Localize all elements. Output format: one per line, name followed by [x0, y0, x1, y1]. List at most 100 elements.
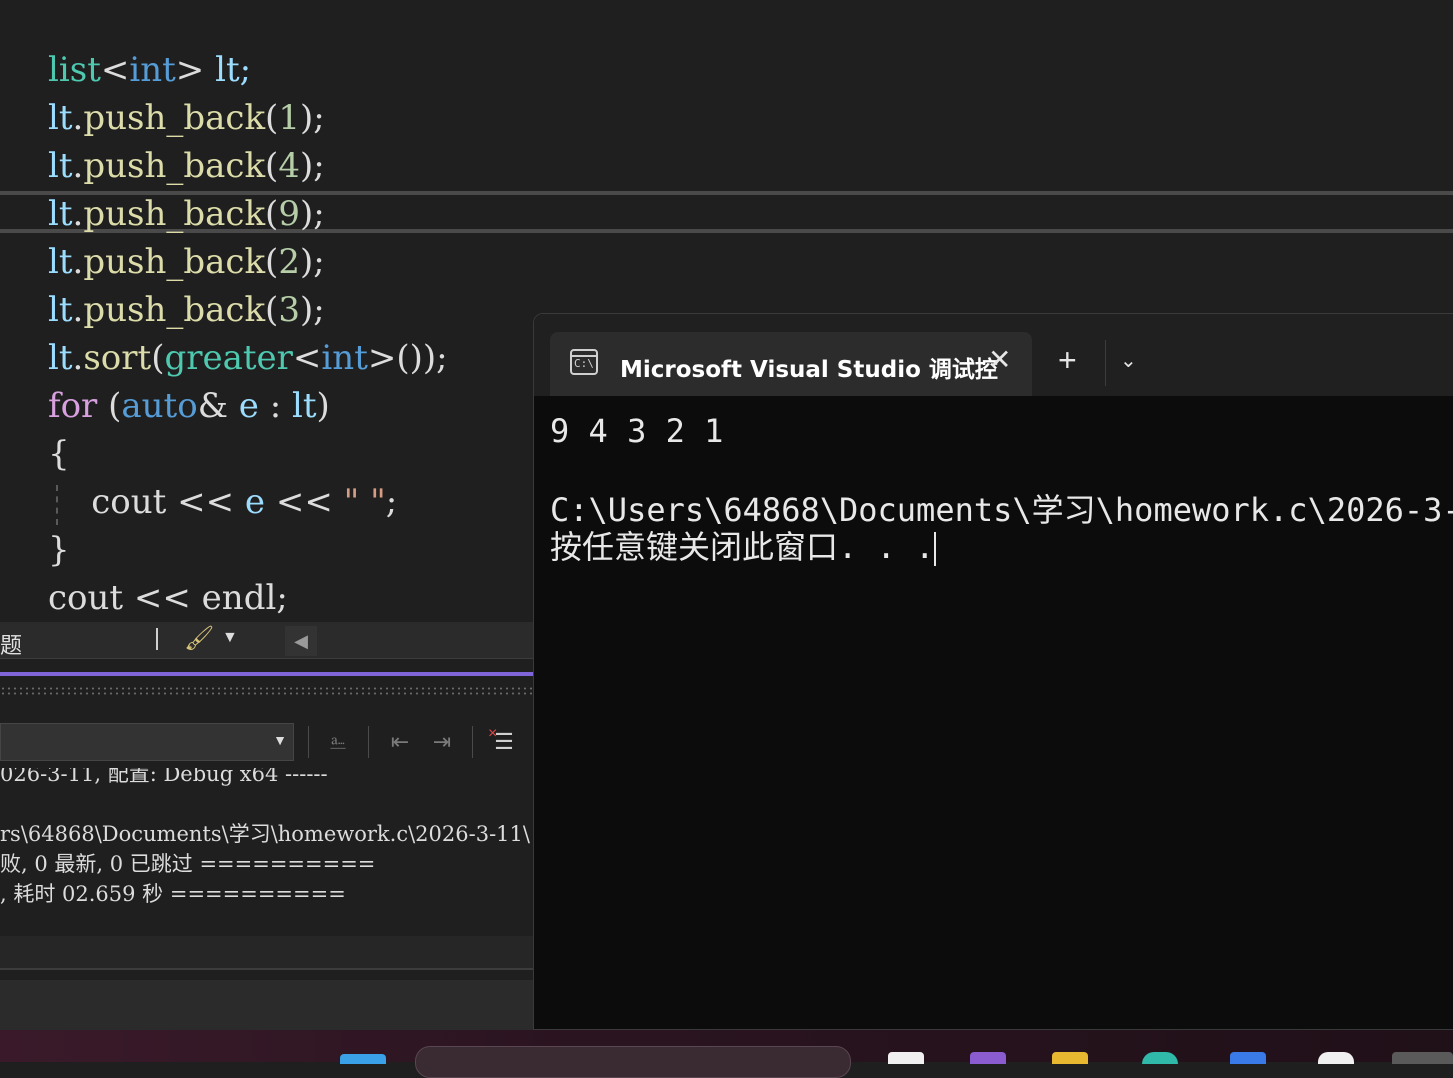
code-token: ); — [299, 194, 325, 234]
chevron-down-icon: ▼ — [273, 732, 287, 748]
indent-guide — [56, 485, 58, 525]
code-line[interactable]: lt.sort(greater<int>()); — [48, 334, 448, 382]
taskbar-app-icon[interactable] — [1318, 1052, 1354, 1064]
text-cursor — [934, 532, 937, 566]
new-tab-button[interactable]: + — [1058, 342, 1077, 379]
code-token: : — [258, 386, 292, 426]
code-line[interactable]: cout << endl; — [48, 574, 288, 622]
terminal-output-line: 9 4 3 2 1 — [550, 412, 724, 450]
code-token: lt — [48, 290, 73, 330]
code-token: sort — [83, 338, 152, 378]
console-icon-label: C:\ — [574, 357, 594, 370]
code-token: lt — [48, 98, 73, 138]
terminal-tab[interactable]: C:\ Microsoft Visual Studio 调试控 ✕ — [550, 332, 1032, 396]
code-token: endl — [201, 578, 277, 618]
debug-console-window[interactable]: C:\ Microsoft Visual Studio 调试控 ✕ + ⌄ 9 … — [533, 313, 1453, 1030]
file-explorer-icon[interactable] — [1052, 1052, 1088, 1064]
panel-footer — [0, 936, 533, 968]
code-token: push_back — [83, 98, 266, 138]
titlebar-separator — [1105, 340, 1106, 386]
code-token: 3 — [278, 290, 300, 330]
toolbar-separator — [368, 726, 369, 758]
code-token: < — [100, 50, 130, 90]
code-cleanup-icon[interactable]: 🖌 — [184, 624, 214, 653]
code-token: lt — [48, 338, 73, 378]
edge-icon[interactable] — [1142, 1052, 1178, 1064]
terminal-prompt-line: 按任意键关闭此窗口. . . — [550, 522, 937, 568]
code-line[interactable]: { — [48, 430, 70, 478]
output-source-select[interactable]: ▼ — [0, 723, 294, 761]
divider — [0, 968, 533, 970]
code-token: lt — [48, 146, 73, 186]
code-line[interactable]: lt.push_back(4); — [48, 142, 325, 190]
code-token: cout — [48, 578, 124, 618]
output-line: , 耗时 02.659 秒 ========== — [0, 882, 346, 906]
output-window[interactable]: 026-3-11, 配置: Debug x64 ------ rs\64868\… — [0, 768, 533, 936]
code-token: ( — [265, 146, 279, 186]
code-token: lt — [48, 194, 73, 234]
taskbar-app-icon[interactable] — [888, 1052, 924, 1064]
panel-accent-bar — [0, 672, 533, 676]
code-token: push_back — [83, 242, 266, 282]
terminal-taskbar-icon[interactable] — [1392, 1052, 1453, 1064]
terminal-tab-title: Microsoft Visual Studio 调试控 — [620, 357, 998, 383]
error-list-bar: 题 🖌 ▼ ◀ — [0, 622, 533, 659]
code-token: ( — [265, 194, 279, 234]
output-toolbar: ▼ ⎁ ⇤ ⇥ × ☰ — [0, 718, 533, 768]
code-token: e — [244, 482, 266, 522]
taskbar-search[interactable] — [415, 1046, 851, 1078]
taskbar — [0, 1030, 1453, 1078]
code-token: push_back — [83, 194, 266, 234]
code-line[interactable]: lt.push_back(2); — [48, 238, 325, 286]
previous-message-icon[interactable]: ⇤ — [382, 726, 418, 758]
code-token: " " — [343, 482, 386, 522]
panel-resize-grip[interactable] — [0, 686, 533, 696]
code-line[interactable]: cout << e << " "; — [48, 478, 397, 526]
close-icon[interactable]: ✕ — [988, 343, 1011, 376]
code-token: << — [123, 578, 202, 618]
code-line[interactable]: list<int> lt; — [48, 46, 251, 94]
code-token: e — [238, 386, 259, 426]
code-token: lt; — [204, 50, 252, 90]
go-to-location-icon[interactable]: ⎁ — [320, 726, 356, 758]
code-token: . — [72, 290, 84, 330]
code-token: for — [48, 386, 98, 426]
code-token: auto — [121, 386, 198, 426]
clear-all-icon[interactable]: × ☰ — [486, 725, 522, 758]
code-line[interactable]: lt.push_back(1); — [48, 94, 325, 142]
code-token: cout — [48, 482, 167, 522]
code-line[interactable]: for (auto& e : lt) — [48, 382, 330, 430]
code-token: lt — [291, 386, 317, 426]
code-token: ) — [316, 386, 330, 426]
toolbar-separator — [156, 628, 158, 650]
press-any-key-text: 按任意键关闭此窗口. . . — [550, 528, 935, 566]
code-token: . — [72, 146, 84, 186]
scroll-left-button[interactable]: ◀ — [285, 626, 317, 656]
code-token: > — [175, 50, 205, 90]
output-line: 败, 0 最新, 0 已跳过 ========== — [0, 852, 376, 876]
status-area — [0, 980, 533, 1030]
visual-studio-icon[interactable] — [970, 1052, 1006, 1064]
terminal-titlebar[interactable]: C:\ Microsoft Visual Studio 调试控 ✕ + ⌄ — [534, 314, 1453, 396]
chevron-down-icon[interactable]: ⌄ — [1120, 348, 1137, 373]
code-token: ; — [385, 482, 398, 522]
code-line[interactable]: lt.push_back(9); — [48, 190, 325, 238]
code-token: ); — [299, 242, 325, 282]
code-line[interactable]: lt.push_back(3); — [48, 286, 325, 334]
output-line: 026-3-11, 配置: Debug x64 ------ — [0, 768, 328, 786]
code-line[interactable]: } — [48, 526, 70, 574]
output-line: rs\64868\Documents\学习\homework.c\2026-3-… — [0, 822, 530, 846]
toolbar-separator — [308, 726, 309, 758]
code-token: . — [72, 338, 84, 378]
code-token: push_back — [83, 290, 266, 330]
taskbar-app-icon[interactable] — [1230, 1052, 1266, 1064]
code-token: list — [48, 50, 101, 90]
code-token: << — [166, 482, 245, 522]
chevron-down-icon[interactable]: ▼ — [222, 629, 238, 647]
code-token: { — [48, 434, 70, 474]
next-message-icon[interactable]: ⇥ — [424, 726, 460, 758]
start-icon[interactable] — [340, 1054, 386, 1064]
code-token: ); — [299, 146, 325, 186]
error-list-tab[interactable]: 题 — [0, 628, 22, 660]
code-token: ); — [299, 290, 325, 330]
